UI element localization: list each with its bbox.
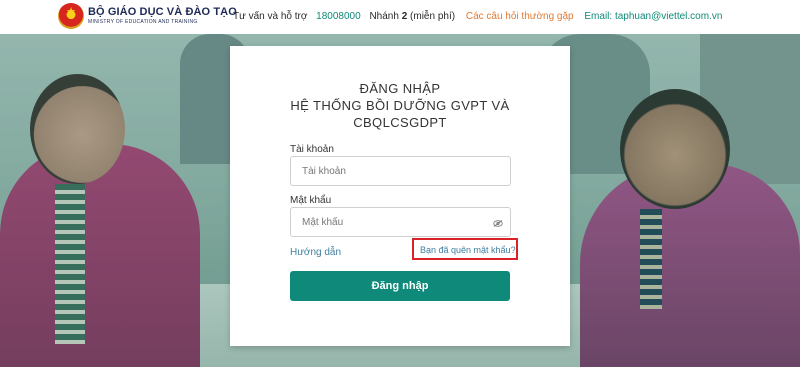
logo-title: BỘ GIÁO DỤC VÀ ĐÀO TẠO [88,6,237,18]
national-emblem-icon [58,3,84,29]
support-bar: Tư vấn và hỗ trợ 18008000 Nhánh 2 (miễn … [233,11,722,22]
top-header: BỘ GIÁO DỤC VÀ ĐÀO TẠO MINISTRY OF EDUCA… [0,0,800,34]
support-email[interactable]: Email: taphuan@viettel.com.vn [584,11,722,22]
guide-link[interactable]: Hướng dẫn [290,247,341,258]
ministry-logo[interactable]: BỘ GIÁO DỤC VÀ ĐÀO TẠO MINISTRY OF EDUCA… [58,3,237,29]
eye-slash-icon[interactable] [493,220,503,227]
logo-subtitle: MINISTRY OF EDUCATION AND TRAINING [88,19,198,25]
extension-suffix: (miễn phí) [410,11,456,22]
password-input[interactable] [290,207,511,237]
password-label: Mật khẩu [290,195,332,206]
extension-number: 2 [401,11,408,22]
hotline-number[interactable]: 18008000 [316,11,361,22]
faq-link[interactable]: Các câu hỏi thường gặp [466,11,574,22]
extension-prefix: Nhánh [369,11,399,22]
extension-info: Nhánh 2 (miễn phí) [369,11,455,22]
login-title-line: CBQLCSGDPT [353,115,447,130]
logo-text: BỘ GIÁO DỤC VÀ ĐÀO TẠO MINISTRY OF EDUCA… [88,6,237,26]
forgot-password-link[interactable]: Bạn đã quên mật khẩu? [420,245,516,255]
login-button[interactable]: Đăng nhập [290,271,510,301]
login-title: ĐĂNG NHẬP HỆ THỐNG BỒI DƯỠNG GVPT VÀ CBQ… [230,80,570,131]
support-label: Tư vấn và hỗ trợ [233,11,308,22]
username-input[interactable] [290,156,511,186]
username-label: Tài khoản [290,144,334,155]
login-title-line: ĐĂNG NHẬP [359,81,441,96]
login-title-line: HỆ THỐNG BỒI DƯỠNG GVPT VÀ [290,98,510,113]
login-card: ĐĂNG NHẬP HỆ THỐNG BỒI DƯỠNG GVPT VÀ CBQ… [230,46,570,346]
